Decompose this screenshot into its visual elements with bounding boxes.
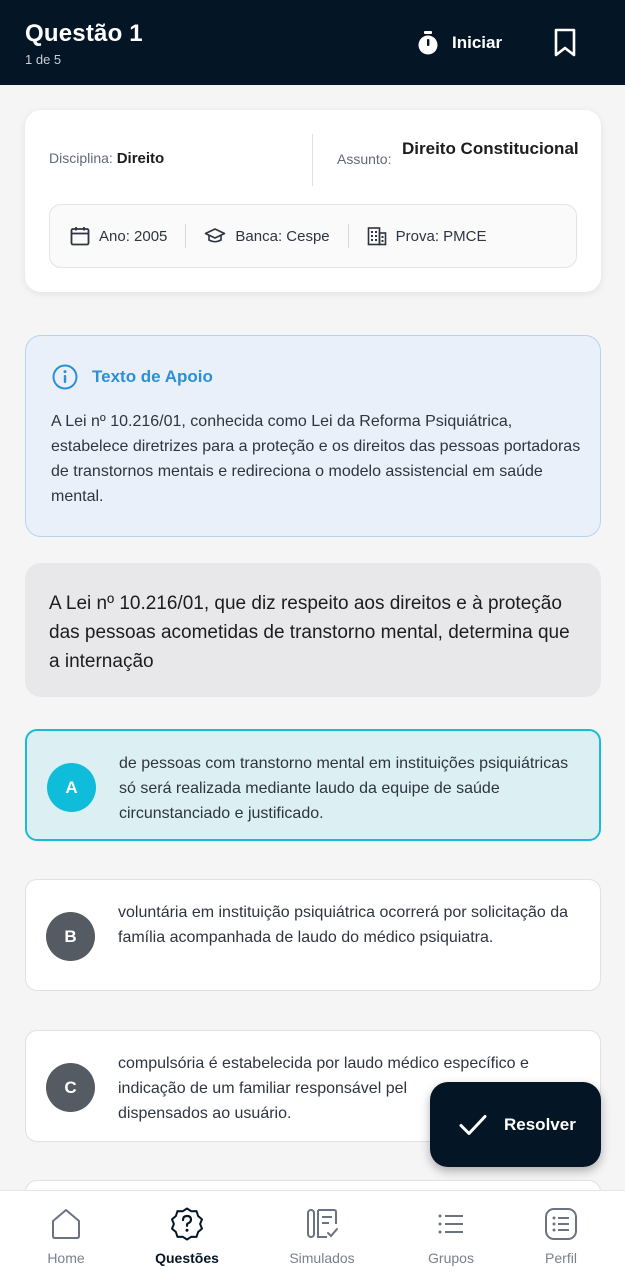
subject-label: Assunto: <box>337 151 392 167</box>
exam-meta: Ano: 2005 Banca: Cespe Prova: PMCE <box>49 204 577 268</box>
year-meta: Ano: 2005 <box>70 226 167 246</box>
nav-label: Simulados <box>289 1250 355 1266</box>
option-text: voluntária em instituição psiquiátrica o… <box>118 904 568 946</box>
simulados-icon <box>307 1209 338 1238</box>
subject-value: Direito Constitucional <box>402 139 579 158</box>
nav-item-home[interactable]: Home <box>26 1191 106 1280</box>
discipline-value: Direito <box>116 150 165 167</box>
discipline-label: Disciplina: <box>49 150 113 166</box>
board-text: Banca: Cespe <box>235 227 330 245</box>
discipline: Disciplina: Direito <box>49 150 164 167</box>
profile-list-icon <box>545 1208 577 1240</box>
bookmark-icon <box>554 28 576 57</box>
option-letter-badge: B <box>46 912 95 961</box>
support-body: A Lei nº 10.216/01, conhecida como Lei d… <box>51 413 581 505</box>
question-statement-card: A Lei nº 10.216/01, que diz respeito aos… <box>25 563 601 697</box>
support-title: Texto de Apoio <box>92 367 213 386</box>
bookmark-button[interactable] <box>548 25 582 61</box>
start-timer-label: Iniciar <box>452 33 503 52</box>
start-timer-button[interactable]: Iniciar <box>416 28 502 58</box>
nav-item-grupos[interactable]: Grupos <box>411 1191 491 1280</box>
calendar-icon <box>70 227 90 246</box>
nav-item-simulados[interactable]: Simulados <box>282 1191 362 1280</box>
bottom-navigation: Home Questões Simulados Grupos Perfil <box>0 1190 625 1280</box>
nav-label: Questões <box>155 1250 219 1266</box>
nav-item-perfil[interactable]: Perfil <box>521 1191 601 1280</box>
home-icon <box>52 1209 80 1239</box>
exam-meta-item: Prova: PMCE <box>367 226 487 246</box>
check-icon <box>459 1114 487 1135</box>
stopwatch-icon <box>418 31 438 55</box>
nav-label: Home <box>47 1250 85 1266</box>
page-title: Questão 1 <box>25 20 143 47</box>
divider <box>312 134 313 186</box>
option-a[interactable]: A de pessoas com transtorno mental em in… <box>25 729 601 841</box>
app-header: Questão 1 1 de 5 Iniciar <box>0 0 625 85</box>
option-text-line: compulsória é estabelecida por laudo méd… <box>118 1055 529 1072</box>
year-text: Ano: 2005 <box>99 227 168 245</box>
option-letter-badge: C <box>46 1063 95 1112</box>
question-icon <box>171 1207 203 1241</box>
divider <box>347 224 349 248</box>
info-icon <box>52 364 78 390</box>
nav-label: Grupos <box>428 1250 474 1266</box>
divider <box>185 224 187 248</box>
support-header: Texto de Apoio <box>52 364 213 390</box>
nav-label: Perfil <box>545 1250 577 1266</box>
building-icon <box>367 227 386 246</box>
graduation-cap-icon <box>205 228 226 243</box>
nav-item-questoes[interactable]: Questões <box>147 1191 227 1280</box>
question-info-card: Disciplina: Direito Assunto: Direito Con… <box>25 110 601 292</box>
option-letter-badge: A <box>47 763 96 812</box>
question-counter: 1 de 5 <box>25 52 62 67</box>
list-icon <box>438 1214 463 1234</box>
resolve-label: Resolver <box>504 1114 576 1134</box>
exam-text: Prova: PMCE <box>395 227 487 245</box>
support-text-card: Texto de Apoio A Lei nº 10.216/01, conhe… <box>25 335 601 537</box>
option-b[interactable]: B voluntária em instituição psiquiátrica… <box>25 879 601 991</box>
question-statement: A Lei nº 10.216/01, que diz respeito aos… <box>49 593 570 672</box>
option-text: de pessoas com transtorno mental em inst… <box>119 755 569 822</box>
board-meta: Banca: Cespe <box>204 227 330 245</box>
resolve-button[interactable]: Resolver <box>430 1082 601 1167</box>
